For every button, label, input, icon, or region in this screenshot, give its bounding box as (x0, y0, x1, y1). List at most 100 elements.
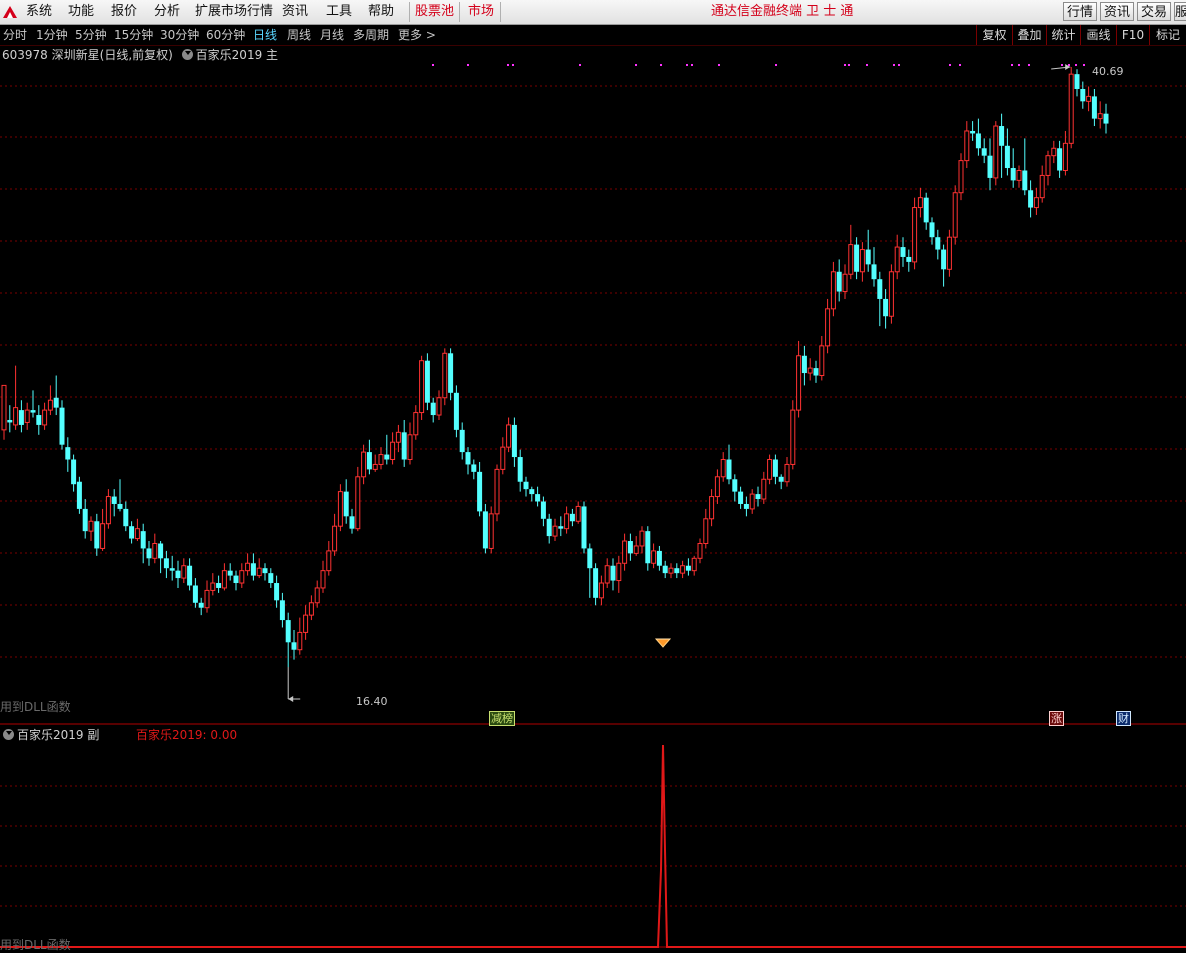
candle-body-up (47, 399, 53, 411)
candle-body-up (395, 431, 401, 443)
signal-dot (512, 64, 514, 66)
candle-body-down (18, 410, 24, 425)
candle-body-down (546, 518, 552, 537)
sub-indicator-dropdown-icon[interactable] (3, 729, 14, 740)
candle-body-up (767, 459, 773, 480)
candle-body-down (53, 397, 59, 408)
candle-body-up (372, 463, 378, 470)
candle-body-up (761, 478, 767, 500)
candle-body-up (88, 520, 94, 532)
signal-dot (579, 64, 581, 66)
candle-body-up (616, 562, 622, 582)
candle-body-down (430, 402, 436, 416)
candle-body-up (13, 407, 19, 426)
candle-body-up (488, 513, 494, 549)
candle-body-up (796, 355, 802, 411)
candle-body-down (981, 148, 987, 156)
sub-indicator-value: 百家乐2019: 0.00 (136, 728, 238, 742)
candle-body-up (332, 525, 338, 552)
candle-body-up (390, 441, 396, 461)
signal-dot (775, 64, 777, 66)
candle-body-up (598, 582, 604, 599)
candle-body-up (842, 273, 848, 293)
signal-dot (959, 64, 961, 66)
candle-body-up (413, 412, 419, 436)
sub-dll-hint: 用到DLL函数 (0, 938, 71, 952)
candle-body-down (1057, 148, 1063, 171)
candle-body-up (790, 409, 796, 465)
candle-body-down (929, 222, 935, 238)
candle-body-down (1080, 88, 1086, 102)
candle-body-down (216, 583, 222, 588)
candle-body-down (198, 602, 204, 608)
candle-body-up (24, 409, 30, 423)
candle-body-up (181, 565, 187, 579)
signal-dot (848, 64, 850, 66)
candle-body-down (558, 526, 564, 529)
candle-body-up (442, 352, 448, 399)
signal-dot (898, 64, 900, 66)
candle-body-down (285, 620, 291, 643)
candle-body-down (82, 508, 88, 532)
candle-body-up (993, 125, 999, 179)
signal-badge-cai[interactable]: 财 (1116, 711, 1131, 726)
candle-body-up (303, 614, 309, 633)
candle-body-down (169, 568, 175, 571)
candle-body-down (593, 568, 599, 598)
candle-body-down (906, 256, 912, 262)
signal-dot (866, 64, 868, 66)
candle-body-down (262, 568, 268, 574)
candle-body-up (830, 271, 836, 310)
candle-body-up (749, 493, 755, 510)
candle-body-up (552, 525, 558, 537)
candle-body-down (581, 506, 587, 549)
candle-body-down (987, 155, 993, 178)
diamond-signal-icon (654, 638, 672, 648)
candle-body-down (453, 392, 459, 430)
candle-body-down (71, 459, 77, 485)
signal-badge-jianbang[interactable]: 减榜 (489, 711, 515, 726)
candle-body-up (105, 496, 111, 525)
signal-dot (1028, 64, 1030, 66)
candle-body-down (448, 353, 454, 393)
candle-body-down (871, 264, 877, 280)
candle-body-up (152, 542, 158, 559)
candle-body-up (361, 451, 367, 478)
candle-body-down (94, 521, 100, 549)
main-dll-hint: 用到DLL函数 (0, 700, 71, 714)
candle-body-up (1068, 73, 1074, 144)
candle-body-down (227, 570, 233, 576)
candle-body-up (245, 562, 251, 572)
candle-body-up (314, 587, 320, 604)
candle-body-down (1022, 170, 1028, 191)
candle-body-up (784, 463, 790, 483)
candle-body-up (912, 207, 918, 263)
candle-body-down (772, 459, 778, 477)
candle-body-up (436, 397, 442, 416)
candle-body-down (482, 511, 488, 549)
sub-indicator-name[interactable]: 百家乐2019 副 (17, 728, 99, 742)
signal-dot (1068, 64, 1070, 66)
candle-body-down (187, 565, 193, 586)
signal-badge-zhang[interactable]: 涨 (1049, 711, 1064, 726)
candle-body-up (680, 565, 686, 574)
signal-dot (432, 64, 434, 66)
signal-dot (686, 64, 688, 66)
candle-body-up (807, 367, 813, 374)
candle-body-down (900, 247, 906, 257)
candle-body-up (958, 160, 964, 194)
candle-body-up (894, 246, 900, 273)
candle-body-up (859, 249, 865, 273)
signal-dot (635, 64, 637, 66)
candle-body-down (529, 489, 535, 495)
candle-body-down (123, 508, 129, 527)
candle-body-up (100, 523, 106, 549)
candle-body-up (1097, 113, 1103, 120)
signal-dot (893, 64, 895, 66)
kline-chart[interactable] (0, 0, 1186, 950)
candle-body-up (888, 271, 894, 317)
candle-body-down (1028, 190, 1034, 208)
candle-body-down (540, 501, 546, 519)
candle-body-down (7, 419, 13, 423)
candle-body-down (587, 548, 593, 569)
